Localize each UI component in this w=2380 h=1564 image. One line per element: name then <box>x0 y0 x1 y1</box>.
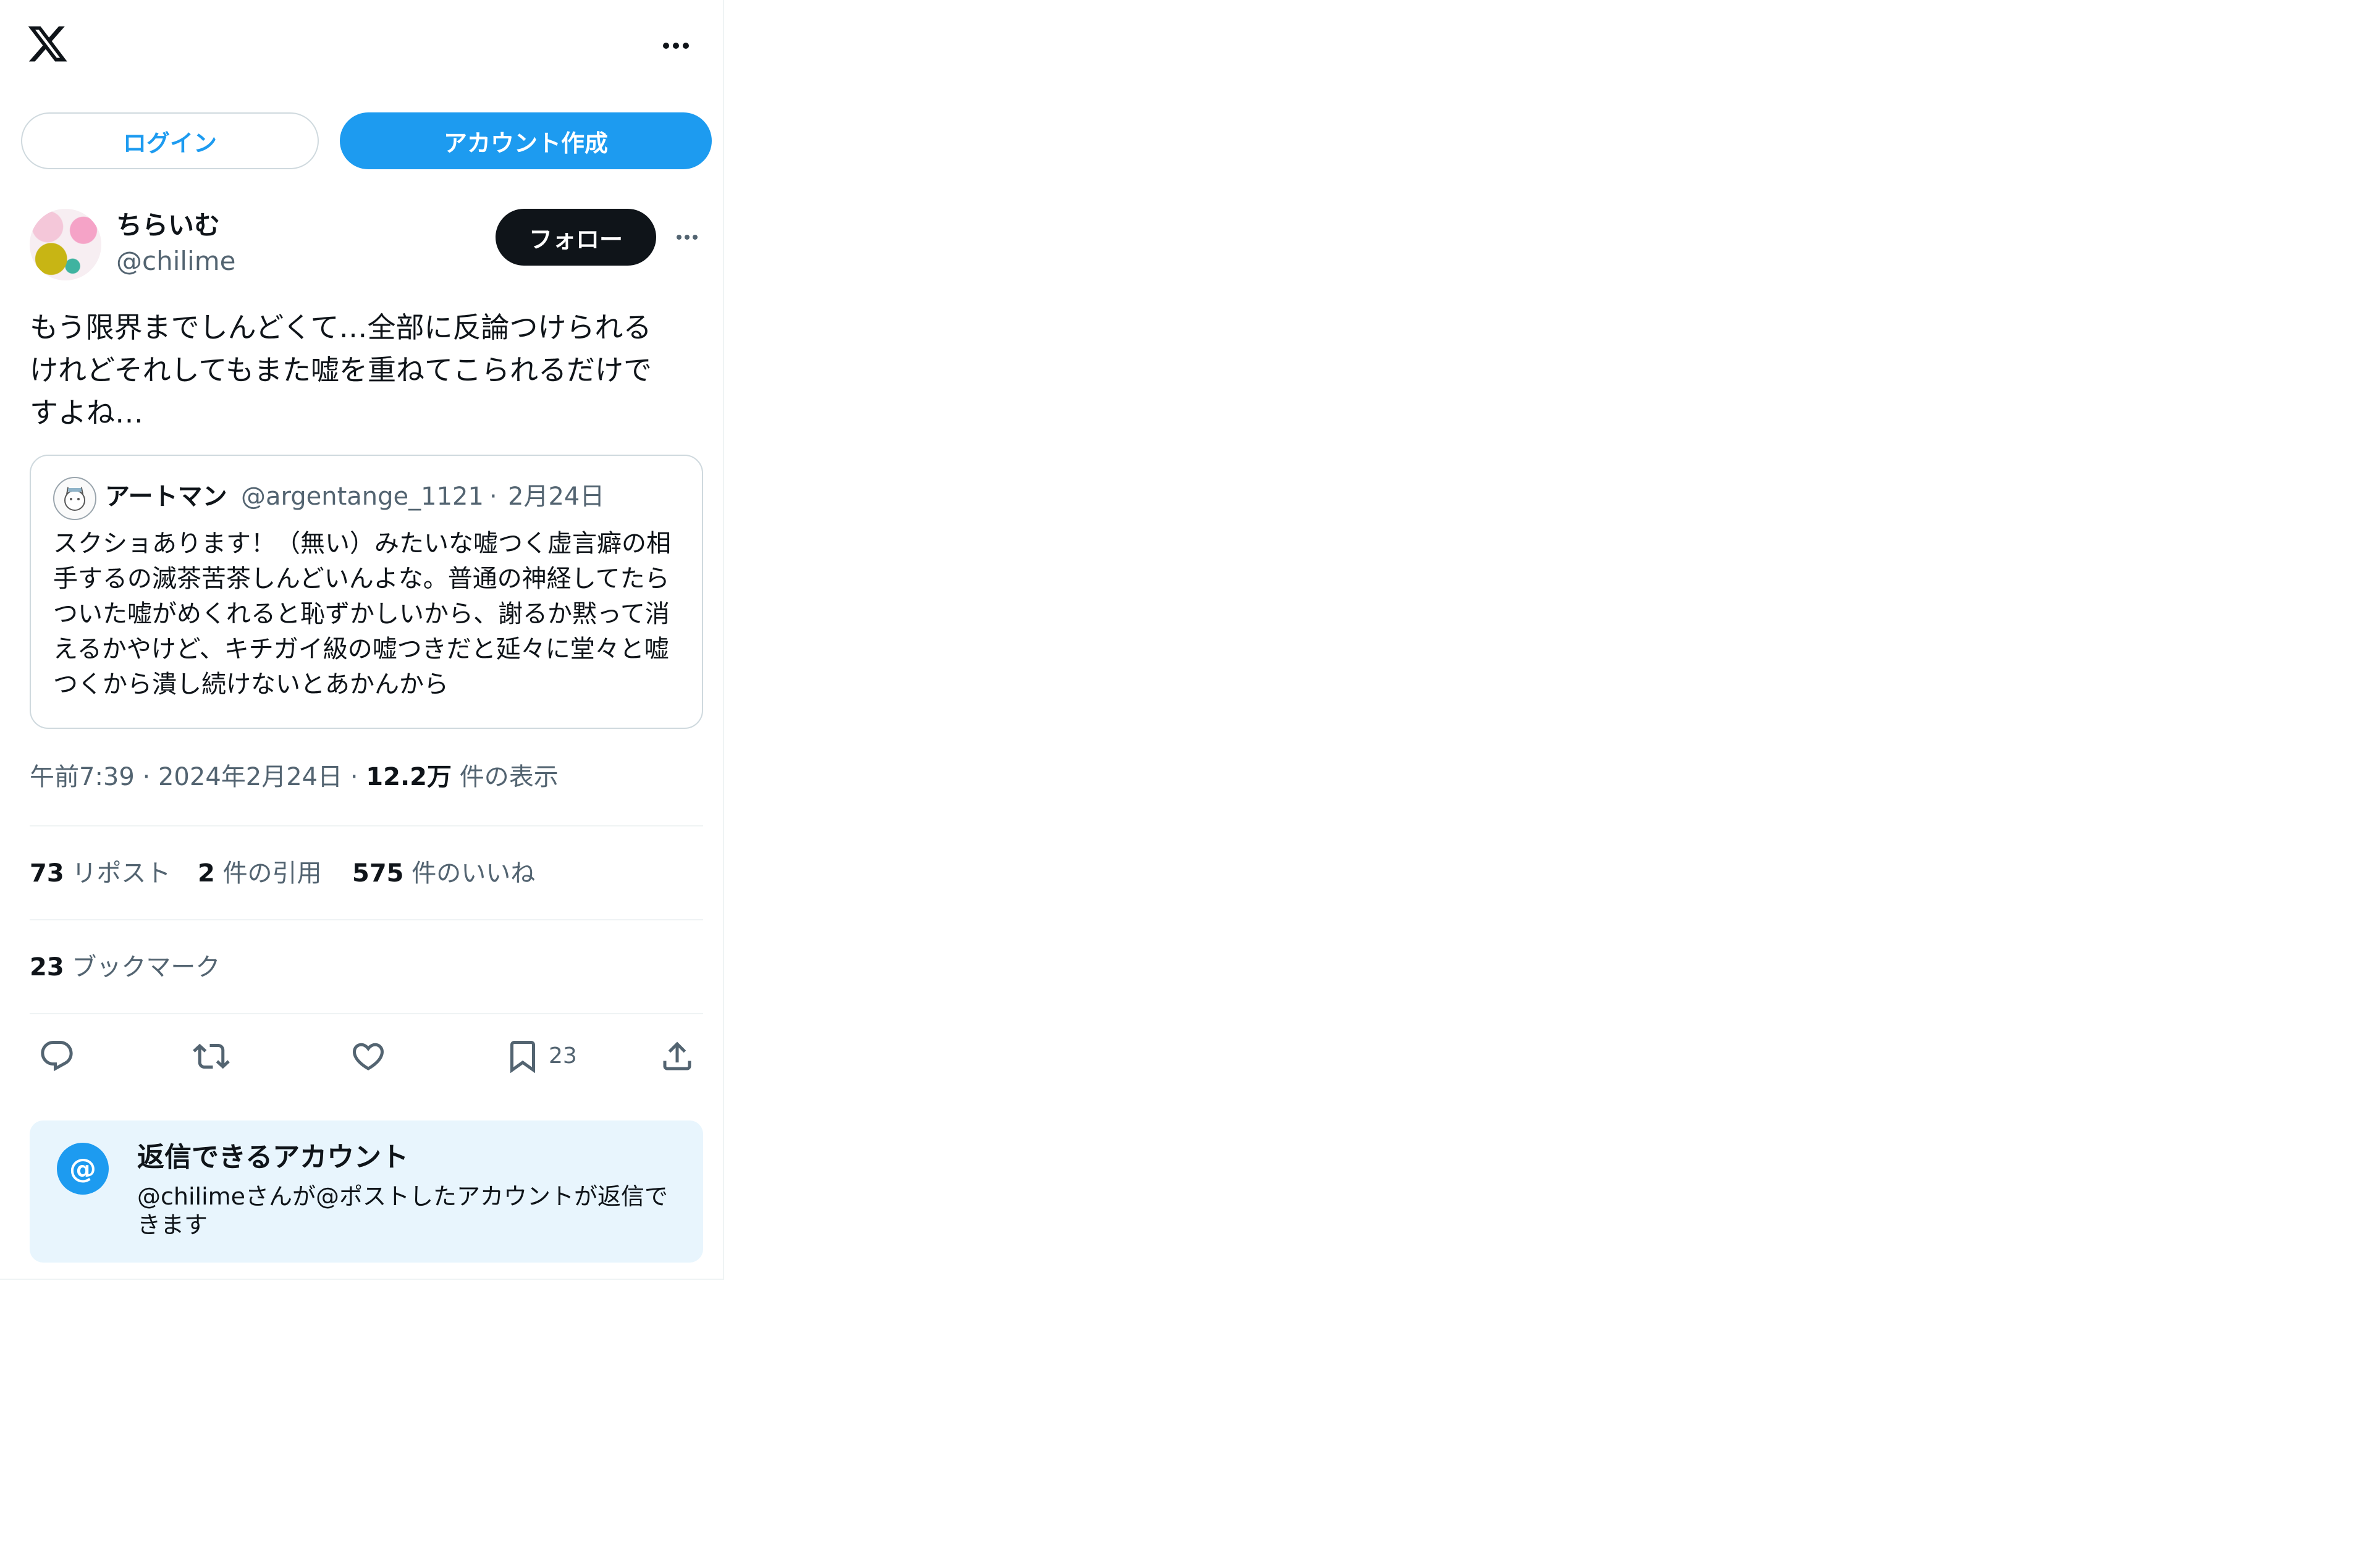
cat-face-icon <box>64 486 85 511</box>
quoted-author-name: アートマン <box>105 482 227 511</box>
tweet-column: ログイン アカウント作成 ちらいむ @chilime フォロー もう限界までしん… <box>0 0 724 1280</box>
reply-restriction-title: 返信できるアカウント <box>137 1141 409 1173</box>
author-handle[interactable]: @chilime <box>116 245 235 278</box>
divider <box>30 919 703 920</box>
views-label: 件の表示 <box>459 763 559 791</box>
likes-stat[interactable]: 575 件のいいね <box>352 856 535 891</box>
post-text: もう限界までしんどくて…全部に反論つけられる けれどそれしてもまた嘘を重ねてこら… <box>30 311 652 429</box>
post-meta: 午前7:39 · 2024年2月24日 · 12.2万 件の表示 <box>30 760 559 794</box>
post-more-icon[interactable] <box>673 224 701 251</box>
avatar[interactable] <box>30 209 101 280</box>
like-icon[interactable] <box>350 1038 387 1075</box>
quotes-stat[interactable]: 2 件の引用 <box>198 856 322 891</box>
at-sign-icon: @ <box>57 1143 109 1195</box>
bookmarks-stat: 23 ブックマーク <box>30 953 221 982</box>
create-account-button[interactable]: アカウント作成 <box>340 112 712 169</box>
author-name[interactable]: ちらいむ <box>116 209 220 242</box>
quoted-post[interactable]: アートマン @argentange_1121 · 2月24日 スクショあります！… <box>30 455 703 729</box>
views-count: 12.2万 <box>366 763 452 791</box>
quoted-text: スクショあります！（無い）みたいな嘘つく虚言癖の相手するの滅茶苦茶しんどいんよな… <box>53 529 671 699</box>
reply-restriction-description: @chilimeさんが@ポストしたアカウントが返信できます <box>137 1183 669 1238</box>
reply-restriction-notice: @ 返信できるアカウント @chilimeさんが@ポストしたアカウントが返信でき… <box>30 1120 703 1263</box>
quoted-author-handle: @argentange_1121 <box>241 482 484 511</box>
quoted-separator: · <box>489 482 497 511</box>
divider <box>30 825 703 826</box>
login-button[interactable]: ログイン <box>21 112 319 169</box>
post-timestamp[interactable]: 午前7:39 · 2024年2月24日 <box>30 763 342 791</box>
meta-separator: · <box>350 763 358 791</box>
reply-icon[interactable] <box>38 1038 75 1075</box>
divider <box>30 1013 703 1014</box>
bookmark-icon[interactable] <box>504 1038 541 1075</box>
more-horizontal-icon[interactable] <box>660 32 692 59</box>
reposts-stat[interactable]: 73 リポスト <box>30 856 171 891</box>
share-icon[interactable] <box>659 1038 696 1075</box>
x-logo-icon[interactable] <box>26 22 69 65</box>
quoted-avatar <box>53 477 96 520</box>
bookmark-count: 23 <box>549 1043 577 1069</box>
follow-button[interactable]: フォロー <box>496 209 656 266</box>
repost-icon[interactable] <box>193 1038 230 1075</box>
quoted-date: 2月24日 <box>508 482 605 511</box>
